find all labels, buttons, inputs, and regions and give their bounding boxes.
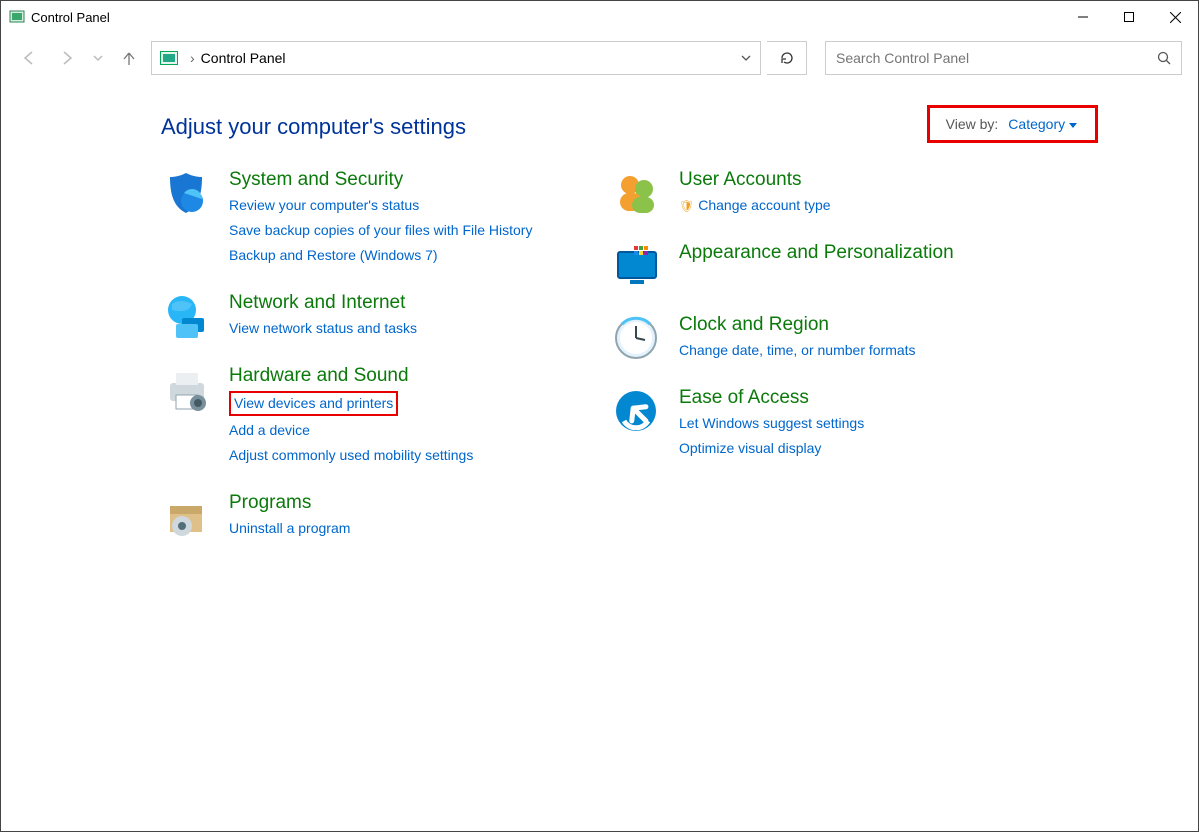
header-row: Adjust your computer's settings View by:…: [161, 111, 1158, 143]
category-link[interactable]: Uninstall a program: [229, 518, 350, 539]
recent-dropdown[interactable]: [89, 42, 107, 74]
app-icon: [9, 9, 25, 25]
category-link[interactable]: Optimize visual display: [679, 438, 864, 459]
category-link[interactable]: Change date, time, or number formats: [679, 340, 916, 361]
globe-icon: [161, 292, 211, 342]
category-link[interactable]: View network status and tasks: [229, 318, 417, 339]
category-columns: System and Security Review your computer'…: [161, 169, 1158, 565]
left-column: System and Security Review your computer'…: [161, 169, 581, 565]
address-bar[interactable]: › Control Panel: [151, 41, 761, 75]
printer-icon: [161, 365, 211, 415]
navbar: › Control Panel: [1, 33, 1198, 83]
category-programs: Programs Uninstall a program: [161, 492, 581, 543]
forward-button[interactable]: [51, 42, 83, 74]
search-input[interactable]: [836, 50, 1157, 66]
category-title[interactable]: User Accounts: [679, 169, 831, 191]
ease-icon: [611, 387, 661, 437]
category-network-and-internet: Network and Internet View network status …: [161, 292, 581, 343]
right-column: User Accounts Change account type Appearan…: [611, 169, 1031, 565]
category-clock-and-region: Clock and Region Change date, time, or nu…: [611, 314, 1031, 365]
users-icon: [611, 169, 661, 219]
titlebar: Control Panel: [1, 1, 1198, 33]
content: Adjust your computer's settings View by:…: [1, 83, 1198, 565]
category-system-and-security: System and Security Review your computer'…: [161, 169, 581, 270]
category-link[interactable]: Add a device: [229, 420, 473, 441]
category-link[interactable]: Review your computer's status: [229, 195, 532, 216]
address-location: Control Panel: [201, 50, 286, 66]
category-title[interactable]: Clock and Region: [679, 314, 916, 336]
category-title[interactable]: Programs: [229, 492, 350, 514]
category-link[interactable]: Backup and Restore (Windows 7): [229, 245, 532, 266]
window-controls: [1060, 1, 1198, 33]
category-link[interactable]: View devices and printers: [229, 391, 473, 416]
category-title[interactable]: Ease of Access: [679, 387, 864, 409]
address-dropdown-icon[interactable]: [740, 52, 752, 64]
category-link[interactable]: Adjust commonly used mobility settings: [229, 445, 473, 466]
close-button[interactable]: [1152, 1, 1198, 33]
category-title[interactable]: Appearance and Personalization: [679, 242, 954, 264]
clock-icon: [611, 314, 661, 364]
view-by-value: Category: [1008, 116, 1077, 132]
chevron-icon: ›: [190, 50, 195, 66]
search-bar[interactable]: [825, 41, 1182, 75]
refresh-button[interactable]: [767, 41, 807, 75]
maximize-button[interactable]: [1106, 1, 1152, 33]
category-title[interactable]: Hardware and Sound: [229, 365, 473, 387]
page-title: Adjust your computer's settings: [161, 114, 466, 140]
view-by-label: View by:: [946, 116, 999, 132]
category-link[interactable]: Let Windows suggest settings: [679, 413, 864, 434]
category-title[interactable]: Network and Internet: [229, 292, 417, 314]
category-title[interactable]: System and Security: [229, 169, 532, 191]
category-appearance-and-personalization: Appearance and Personalization: [611, 242, 1031, 292]
shield-icon: [161, 169, 211, 219]
category-user-accounts: User Accounts Change account type: [611, 169, 1031, 220]
up-button[interactable]: [113, 42, 145, 74]
search-icon: [1157, 51, 1171, 65]
view-by-selector[interactable]: View by: Category: [927, 105, 1098, 143]
category-link[interactable]: Save backup copies of your files with Fi…: [229, 220, 532, 241]
monitor-icon: [611, 242, 661, 292]
category-ease-of-access: Ease of Access Let Windows suggest settin…: [611, 387, 1031, 463]
back-button[interactable]: [13, 42, 45, 74]
window-title: Control Panel: [31, 10, 110, 25]
minimize-button[interactable]: [1060, 1, 1106, 33]
box-icon: [161, 492, 211, 542]
location-icon: [160, 51, 178, 65]
category-link[interactable]: Change account type: [679, 195, 831, 216]
category-hardware-and-sound: Hardware and Sound View devices and print…: [161, 365, 581, 470]
